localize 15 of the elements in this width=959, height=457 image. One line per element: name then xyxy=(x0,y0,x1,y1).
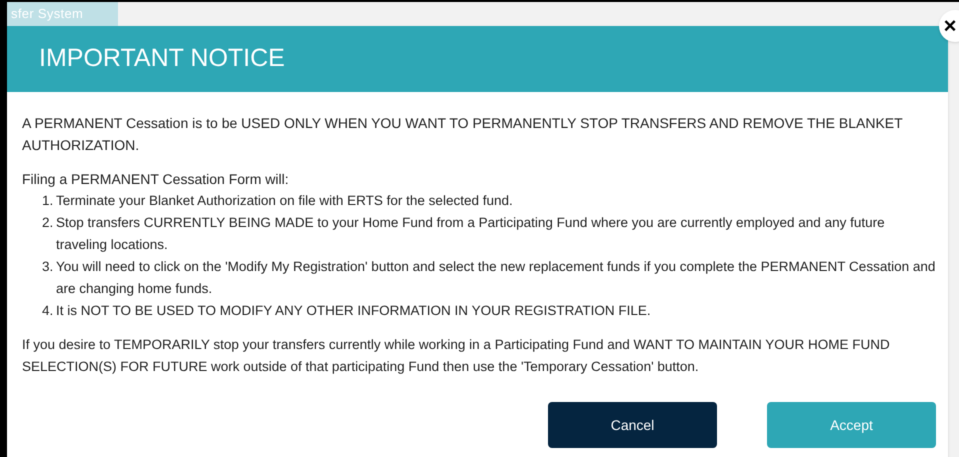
close-button[interactable]: × xyxy=(939,10,959,42)
footer-text: If you desire to TEMPORARILY stop your transfers currently while working in a Participating Fund and WANT TO MAINTAIN YOUR HOME FUND SELECTION(S) FOR FUTURE work outside of that participating Fund then use the 'Temporary Cessation' button. xyxy=(22,336,891,376)
list-number: 2. xyxy=(42,214,54,232)
list-item-text: Terminate your Blanket Authorization on file with ERTS for the selected fund. xyxy=(56,192,513,210)
list-heading: Filing a PERMANENT Cessation Form will: xyxy=(22,170,290,189)
list-number: 3. xyxy=(42,258,54,276)
list-item-text: Stop transfers CURRENTLY BEING MADE to your Home Fund from a Participating Fund where you are currently employed and any future traveling locations. xyxy=(56,214,886,254)
list-item-text: It is NOT TO BE USED TO MODIFY ANY OTHER INFORMATION IN YOUR REGISTRATION FILE. xyxy=(56,302,651,320)
intro-text: A PERMANENT Cessation is to be USED ONLY WHEN YOU WANT TO PERMANENTLY STOP TRANSFERS AND REMOVE THE BLANKET AUTHORIZATION. xyxy=(22,114,904,155)
list-number: 4. xyxy=(42,302,54,320)
cancel-button[interactable]: Cancel xyxy=(548,402,717,448)
list-item-text: You will need to click on the 'Modify My Registration' button and select the new replacement funds if you complete the PERMANENT Cessation and are changing home funds. xyxy=(56,258,936,298)
app-title-bar: sfer System xyxy=(7,2,118,26)
list-number: 1. xyxy=(42,192,54,210)
dialog-title: IMPORTANT NOTICE xyxy=(39,43,285,74)
